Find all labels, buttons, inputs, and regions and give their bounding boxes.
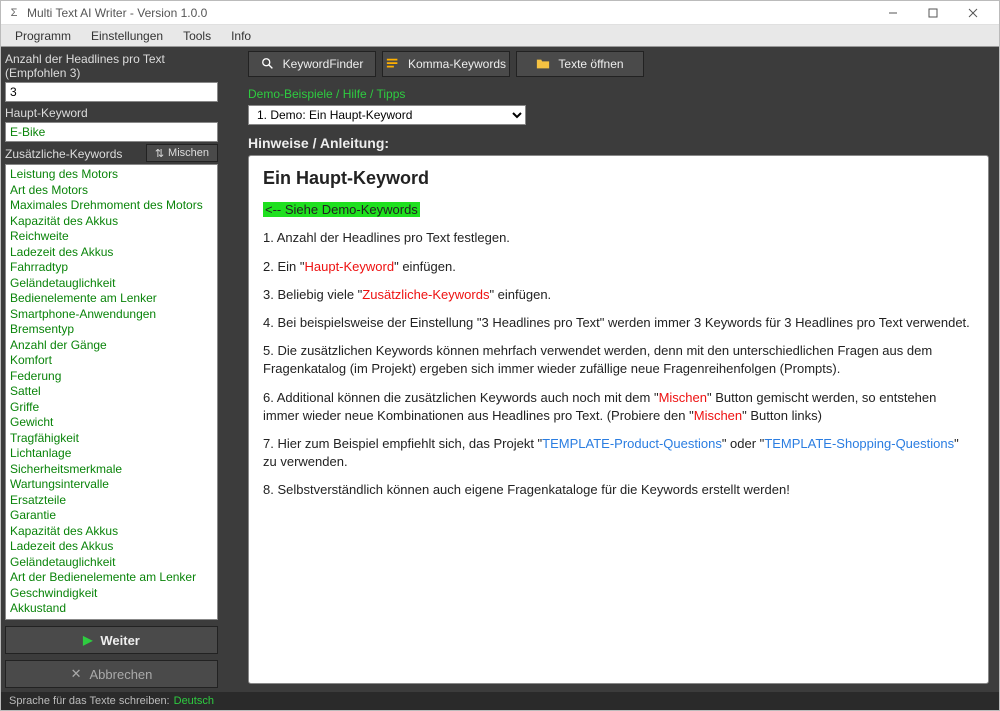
list-item[interactable]: Ersatzteile <box>10 493 213 509</box>
list-item[interactable]: Garantie <box>10 508 213 524</box>
list-item[interactable]: Komfort <box>10 353 213 369</box>
list-item[interactable]: Reichweite <box>10 229 213 245</box>
list-item[interactable]: Wartungsintervalle <box>10 477 213 493</box>
list-item[interactable]: Bremsentyp <box>10 322 213 338</box>
extra-keywords-label: Zusätzliche-Keywords <box>5 147 122 161</box>
headlines-label: Anzahl der Headlines pro Text (Empfohlen… <box>5 52 218 80</box>
folder-icon <box>536 57 550 71</box>
step-6: 6. Additional können die zusätzlichen Ke… <box>263 389 974 425</box>
demo-help-link[interactable]: Demo-Beispiele / Hilfe / Tipps <box>248 87 989 101</box>
texte-oeffnen-button[interactable]: Texte öffnen <box>516 51 644 77</box>
maximize-button[interactable] <box>913 1 953 25</box>
search-icon <box>261 57 275 71</box>
list-item[interactable]: Kapazität des Akkus <box>10 214 213 230</box>
list-item[interactable]: Federung <box>10 369 213 385</box>
list-item[interactable]: Art der Bedienelemente am Lenker <box>10 570 213 586</box>
list-item[interactable]: Lichtanlage <box>10 446 213 462</box>
demo-highlight: <-- Siehe Demo-Keywords <box>263 202 420 217</box>
content-area: KeywordFinder Komma-Keywords Texte öffne… <box>222 47 999 692</box>
status-label: Sprache für das Texte schreiben: <box>9 695 170 707</box>
demo-select[interactable]: 1. Demo: Ein Haupt-Keyword <box>248 105 526 125</box>
keywordfinder-label: KeywordFinder <box>283 57 364 71</box>
instructions-panel: Ein Haupt-Keyword <-- Siehe Demo-Keyword… <box>248 155 989 684</box>
list-item[interactable]: Art des Motors <box>10 183 213 199</box>
close-button[interactable] <box>953 1 993 25</box>
menu-tools[interactable]: Tools <box>173 27 221 45</box>
komma-keywords-button[interactable]: Komma-Keywords <box>382 51 510 77</box>
list-item[interactable]: Leistung des Motors <box>10 167 213 183</box>
shuffle-icon: ⇅ <box>155 147 164 160</box>
main-area: Anzahl der Headlines pro Text (Empfohlen… <box>1 47 999 692</box>
list-item[interactable]: Akkustand <box>10 601 213 617</box>
komma-label: Komma-Keywords <box>408 57 506 71</box>
weiter-label: Weiter <box>100 633 140 648</box>
headlines-input[interactable] <box>5 82 218 102</box>
step-4: 4. Bei beispielsweise der Einstellung "3… <box>263 314 974 332</box>
window-title: Multi Text AI Writer - Version 1.0.0 <box>27 6 207 20</box>
mix-button[interactable]: ⇅ Mischen <box>146 144 218 162</box>
list-item[interactable]: Kapazität des Akkus <box>10 524 213 540</box>
title-bar: Σ Multi Text AI Writer - Version 1.0.0 <box>1 1 999 25</box>
menu-programm[interactable]: Programm <box>5 27 81 45</box>
list-item[interactable]: Unterstützungsstufen <box>10 617 213 621</box>
main-keyword-input[interactable] <box>5 122 218 142</box>
toolbar: KeywordFinder Komma-Keywords Texte öffne… <box>248 51 989 77</box>
menu-info[interactable]: Info <box>221 27 261 45</box>
list-item[interactable]: Geländetauglichkeit <box>10 276 213 292</box>
app-icon: Σ <box>7 6 21 20</box>
step-3: 3. Beliebig viele "Zusätzliche-Keywords"… <box>263 286 974 304</box>
hints-heading: Hinweise / Anleitung: <box>248 135 989 151</box>
step-2: 2. Ein "Haupt-Keyword" einfügen. <box>263 258 974 276</box>
main-keyword-label: Haupt-Keyword <box>5 106 218 120</box>
list-item[interactable]: Griffe <box>10 400 213 416</box>
play-icon: ▶ <box>83 633 92 647</box>
list-item[interactable]: Geschwindigkeit <box>10 586 213 602</box>
texte-label: Texte öffnen <box>558 57 623 71</box>
cancel-icon: ✕ <box>71 666 82 682</box>
abbrechen-button[interactable]: ✕ Abbrechen <box>5 660 218 688</box>
step-1: 1. Anzahl der Headlines pro Text festleg… <box>263 229 974 247</box>
list-item[interactable]: Anzahl der Gänge <box>10 338 213 354</box>
minimize-button[interactable] <box>873 1 913 25</box>
list-item[interactable]: Maximales Drehmoment des Motors <box>10 198 213 214</box>
list-item[interactable]: Tragfähigkeit <box>10 431 213 447</box>
list-item[interactable]: Ladezeit des Akkus <box>10 245 213 261</box>
step-8: 8. Selbstverständlich können auch eigene… <box>263 481 974 499</box>
step-5: 5. Die zusätzlichen Keywords können mehr… <box>263 342 974 378</box>
list-item[interactable]: Fahrradtyp <box>10 260 213 276</box>
abbrechen-label: Abbrechen <box>90 667 153 682</box>
status-language[interactable]: Deutsch <box>174 695 214 707</box>
panel-title: Ein Haupt-Keyword <box>263 166 974 191</box>
keywordfinder-button[interactable]: KeywordFinder <box>248 51 376 77</box>
list-item[interactable]: Geländetauglichkeit <box>10 555 213 571</box>
list-item[interactable]: Bedienelemente am Lenker <box>10 291 213 307</box>
menu-bar: Programm Einstellungen Tools Info <box>1 25 999 47</box>
list-item[interactable]: Smartphone-Anwendungen <box>10 307 213 323</box>
status-bar: Sprache für das Texte schreiben: Deutsch <box>1 692 999 710</box>
menu-einstellungen[interactable]: Einstellungen <box>81 27 173 45</box>
list-item[interactable]: Ladezeit des Akkus <box>10 539 213 555</box>
step-7: 7. Hier zum Beispiel empfiehlt sich, das… <box>263 435 974 471</box>
list-item[interactable]: Sattel <box>10 384 213 400</box>
list-item[interactable]: Sicherheitsmerkmale <box>10 462 213 478</box>
list-item[interactable]: Gewicht <box>10 415 213 431</box>
list-icon <box>386 57 400 71</box>
mix-button-label: Mischen <box>168 147 209 159</box>
sidebar: Anzahl der Headlines pro Text (Empfohlen… <box>1 47 222 692</box>
weiter-button[interactable]: ▶ Weiter <box>5 626 218 654</box>
keywords-list[interactable]: Leistung des MotorsArt des MotorsMaximal… <box>5 164 218 620</box>
